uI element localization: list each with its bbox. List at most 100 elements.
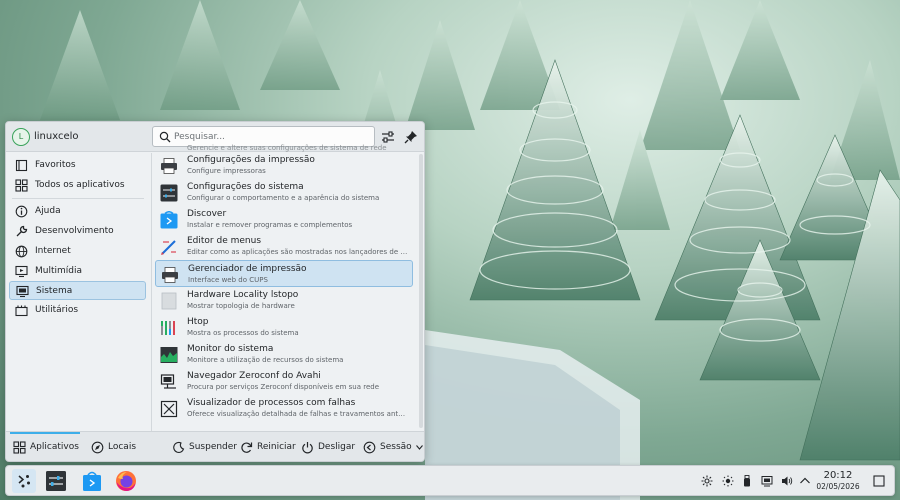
app-description: Mostrar topologia de hardware (187, 302, 295, 310)
info-icon (15, 205, 28, 218)
sidebar-item-label: Desenvolvimento (35, 226, 114, 236)
system-settings-icon (160, 184, 178, 202)
configure-icon[interactable] (380, 129, 396, 145)
sidebar-item-utilitarios[interactable]: Utilitários (9, 301, 146, 320)
user-name: linuxcelo (34, 131, 79, 142)
taskbar-firefox[interactable] (114, 469, 138, 493)
printer-icon (161, 158, 177, 174)
wrench-icon (16, 225, 28, 237)
app-name: Editor de menus (187, 236, 262, 246)
crash-viewer-icon (160, 400, 178, 418)
apps-icon (13, 441, 26, 454)
clock-date: 02/05/2026 (816, 482, 860, 491)
app-name: Hardware Locality lstopo (187, 290, 299, 300)
sidebar-item-ajuda[interactable]: Ajuda (9, 202, 146, 221)
action-label: Reiniciar (257, 442, 296, 452)
partial-item-description: Gerencie e altere suas configurações de … (187, 144, 387, 152)
category-sidebar: Favoritos Todos os aplicativos Ajuda Des… (6, 153, 150, 431)
user-avatar[interactable]: L (12, 128, 30, 146)
app-description: Interface web do CUPS (188, 276, 268, 284)
sidebar-item-label: Internet (35, 246, 71, 256)
firefox-icon (116, 471, 136, 491)
tab-locais[interactable]: Locais (91, 440, 141, 456)
app-description: Procura por serviços Zeroconf disponívei… (187, 383, 380, 391)
search-icon (159, 131, 171, 143)
app-name: Htop (187, 317, 209, 327)
action-label: Desligar (318, 442, 356, 452)
sidebar-item-desenvolvimento[interactable]: Desenvolvimento (9, 222, 146, 241)
settings-icon[interactable] (701, 475, 713, 487)
menu-editor-icon (161, 240, 176, 255)
app-item-hardware-locality[interactable]: Hardware Locality lstopo Mostrar topolog… (155, 287, 413, 314)
utilities-icon (15, 305, 28, 317)
kickoff-icon (18, 475, 30, 488)
taskbar: 20:12 02/05/2026 (5, 465, 895, 496)
app-name: Gerenciador de impressão (188, 264, 307, 274)
shutdown-button[interactable]: Desligar (301, 440, 357, 456)
app-item-navegador-zeroconf[interactable]: Navegador Zeroconf do Avahi Procura por … (155, 368, 413, 395)
app-item-gerenciador-impressao[interactable]: Gerenciador de impressão Interface web d… (155, 260, 413, 287)
app-name: Discover (187, 209, 227, 219)
app-description: Configurar o comportamento e a aparência… (187, 194, 380, 202)
app-name: Navegador Zeroconf do Avahi (187, 371, 321, 381)
volume-icon[interactable] (781, 475, 793, 487)
app-name: Configurações do sistema (187, 182, 304, 192)
system-settings-icon (46, 471, 66, 491)
network-browser-icon (160, 374, 176, 389)
app-item-discover[interactable]: Discover Instalar e remover programas e … (155, 206, 413, 233)
tab-label: Aplicativos (30, 442, 79, 452)
app-item-visualizador-falhas[interactable]: Visualizador de processos com falhas Ofe… (155, 395, 413, 422)
system-icon (16, 285, 29, 298)
sidebar-item-label: Todos os aplicativos (35, 180, 125, 190)
globe-icon (15, 245, 28, 258)
taskbar-system-settings[interactable] (44, 469, 68, 493)
places-icon (91, 441, 104, 454)
app-description: Editar como as aplicações são mostradas … (187, 248, 409, 256)
clock-time: 20:12 (823, 470, 853, 481)
taskbar-discover[interactable] (80, 469, 104, 493)
sidebar-item-label: Multimídia (35, 266, 82, 276)
digital-clock[interactable]: 20:12 02/05/2026 (814, 470, 862, 491)
app-description: Configure impressoras (187, 167, 266, 175)
sidebar-item-todos-aplicativos[interactable]: Todos os aplicativos (9, 176, 146, 195)
expand-tray-icon[interactable] (799, 475, 811, 487)
application-list: Gerencie e altere suas configurações de … (152, 144, 418, 431)
session-menu-button[interactable]: Sessão (363, 440, 424, 456)
monitor-icon (15, 265, 28, 278)
brightness-icon[interactable] (722, 475, 734, 487)
printer-icon (162, 267, 178, 283)
shutdown-icon (302, 442, 313, 454)
launcher-footer: Aplicativos Locais Suspender Reiniciar D… (6, 431, 424, 461)
discover-icon (160, 211, 178, 229)
app-description: Instalar e remover programas e complemen… (187, 221, 353, 229)
show-desktop-icon[interactable] (873, 475, 885, 487)
app-list-scrollbar[interactable] (419, 154, 423, 428)
sidebar-item-internet[interactable]: Internet (9, 242, 146, 261)
suspend-button[interactable]: Suspender (172, 440, 237, 456)
usb-icon[interactable] (741, 475, 753, 487)
sidebar-item-label: Ajuda (35, 206, 61, 216)
action-label: Sessão (380, 442, 412, 452)
sidebar-separator (12, 198, 144, 199)
clipboard-icon[interactable] (761, 475, 773, 487)
chevron-down-icon (416, 445, 423, 450)
application-launcher-button[interactable] (12, 469, 36, 493)
app-item-configuracoes-sistema[interactable]: Configurações do sistema Configurar o co… (155, 179, 413, 206)
sidebar-item-label: Utilitários (35, 305, 79, 315)
session-icon (363, 441, 376, 454)
app-item-editor-menus[interactable]: Editor de menus Editar como as aplicaçõe… (155, 233, 413, 260)
app-name: Configurações da impressão (187, 155, 315, 165)
tab-aplicativos[interactable]: Aplicativos (13, 440, 83, 456)
hardware-icon (161, 292, 177, 310)
restart-button[interactable]: Reiniciar (240, 440, 298, 456)
sidebar-item-favoritos[interactable]: Favoritos (9, 156, 146, 175)
pin-icon[interactable] (403, 129, 419, 145)
search-input[interactable] (174, 129, 369, 144)
discover-icon (83, 471, 101, 491)
app-item-configuracoes-impressao[interactable]: Configurações da impressão Configure imp… (155, 152, 413, 179)
app-item-monitor-sistema[interactable]: Monitor do sistema Monitore a utilização… (155, 341, 413, 368)
sidebar-item-multimidia[interactable]: Multimídia (9, 262, 146, 281)
app-description: Mostra os processos do sistema (187, 329, 299, 337)
app-item-htop[interactable]: Htop Mostra os processos do sistema (155, 314, 413, 341)
sidebar-item-sistema[interactable]: Sistema (9, 281, 146, 300)
